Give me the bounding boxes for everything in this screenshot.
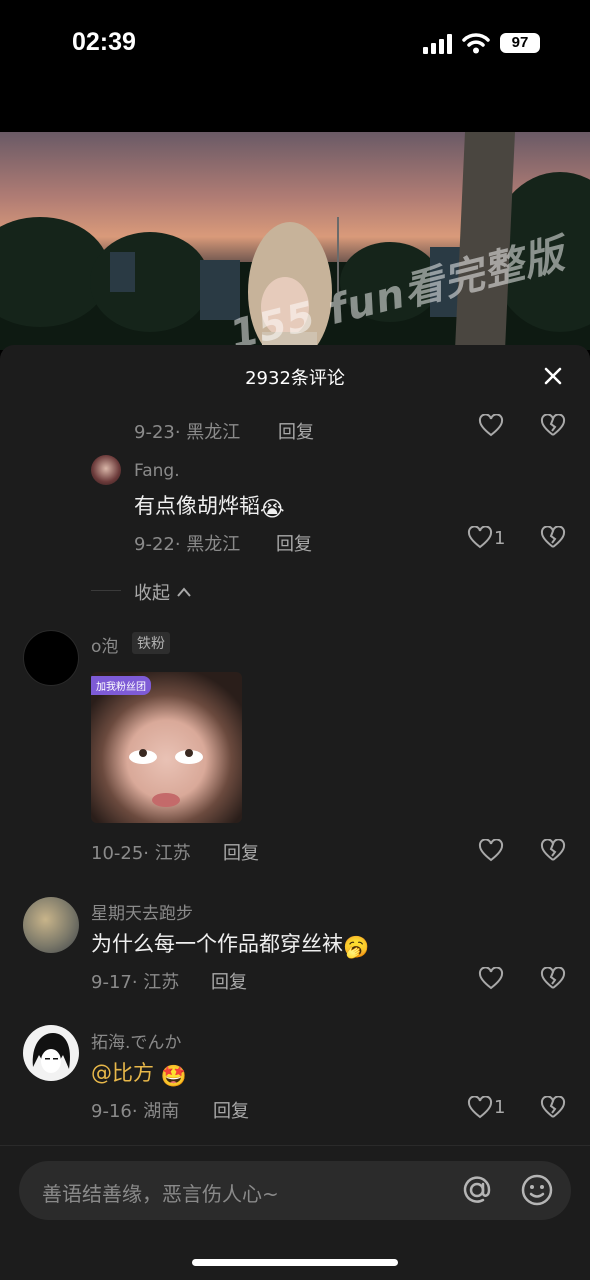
comment-meta: 9-23· 黑龙江 — [134, 422, 241, 443]
comment-meta: 9-22· 黑龙江 — [134, 534, 241, 555]
comment-username[interactable]: 拓海.でんか — [91, 1028, 181, 1053]
avatar[interactable] — [91, 455, 121, 485]
broken-heart-icon[interactable] — [540, 967, 566, 991]
comments-count-title: 2932条评论 — [245, 368, 345, 389]
broken-heart-icon[interactable] — [540, 839, 566, 863]
heart-icon[interactable] — [478, 414, 504, 438]
avatar[interactable] — [23, 897, 79, 953]
comment-input-placeholder[interactable]: 善语结善缘，恶言伤人心~ — [42, 1178, 279, 1207]
reply-button[interactable]: 回复 — [278, 418, 314, 444]
heart-icon[interactable] — [467, 526, 493, 550]
chevron-up-icon — [176, 587, 191, 597]
collapse-label: 收起 — [134, 583, 170, 604]
comments-sheet — [0, 345, 590, 1145]
reply-button[interactable]: 回复 — [276, 530, 312, 556]
status-time: 02:39 — [72, 28, 136, 56]
reply-button[interactable]: 回复 — [213, 1097, 249, 1123]
comment-text: 为什么每一个作品都穿丝袜🥱 — [91, 928, 369, 960]
comment-meta: 9-16· 湖南 — [91, 1101, 180, 1122]
avatar[interactable] — [23, 630, 79, 686]
comment-username[interactable]: 星期天去跑步 — [91, 899, 193, 924]
cellular-signal-icon — [423, 34, 452, 54]
comment-text-body: 有点像胡烨韬 — [134, 494, 260, 518]
emoji-picker-icon[interactable] — [520, 1173, 554, 1207]
like-count: 1 — [494, 1097, 506, 1118]
reply-button[interactable]: 回复 — [223, 839, 259, 865]
heart-icon[interactable] — [478, 839, 504, 863]
like-count: 1 — [494, 528, 506, 549]
comment-text: @比方 🤩 — [91, 1057, 187, 1089]
comment-meta: 10-25· 江苏 — [91, 843, 191, 864]
comment-text: 有点像胡烨韬😭 — [134, 490, 285, 521]
wifi-icon — [462, 33, 490, 54]
crying-emoji: 😭 — [260, 497, 285, 521]
star-struck-emoji: 🤩 — [160, 1064, 187, 1088]
collapse-divider — [91, 590, 121, 591]
heart-icon[interactable] — [478, 967, 504, 991]
anime-avatar-illustration — [32, 1033, 71, 1073]
home-indicator[interactable] — [192, 1259, 398, 1266]
battery-indicator: 97 — [500, 33, 540, 53]
comment-image[interactable]: 加我粉丝团 — [91, 672, 242, 823]
comment-username[interactable]: o泡 — [91, 632, 118, 657]
yawning-emoji: 🥱 — [343, 935, 370, 959]
comment-meta: 9-17· 江苏 — [91, 972, 180, 993]
broken-heart-icon[interactable] — [540, 526, 566, 550]
close-icon[interactable] — [541, 364, 565, 388]
comment-username[interactable]: Fang. — [134, 461, 180, 481]
avatar[interactable] — [23, 1025, 79, 1081]
collapse-replies-button[interactable]: 收起 — [134, 579, 192, 605]
broken-heart-icon[interactable] — [540, 414, 566, 438]
broken-heart-icon[interactable] — [540, 1096, 566, 1120]
reply-button[interactable]: 回复 — [211, 968, 247, 994]
sticker-tag: 加我粉丝团 — [91, 676, 151, 695]
mention-at-icon[interactable] — [460, 1173, 494, 1207]
fan-badge: 铁粉 — [132, 632, 170, 654]
heart-icon[interactable] — [467, 1096, 493, 1120]
mention-link[interactable]: @比方 — [91, 1061, 154, 1085]
status-bar: 02:39 97 — [0, 0, 590, 90]
comment-text-body: 为什么每一个作品都穿丝袜 — [91, 932, 343, 956]
